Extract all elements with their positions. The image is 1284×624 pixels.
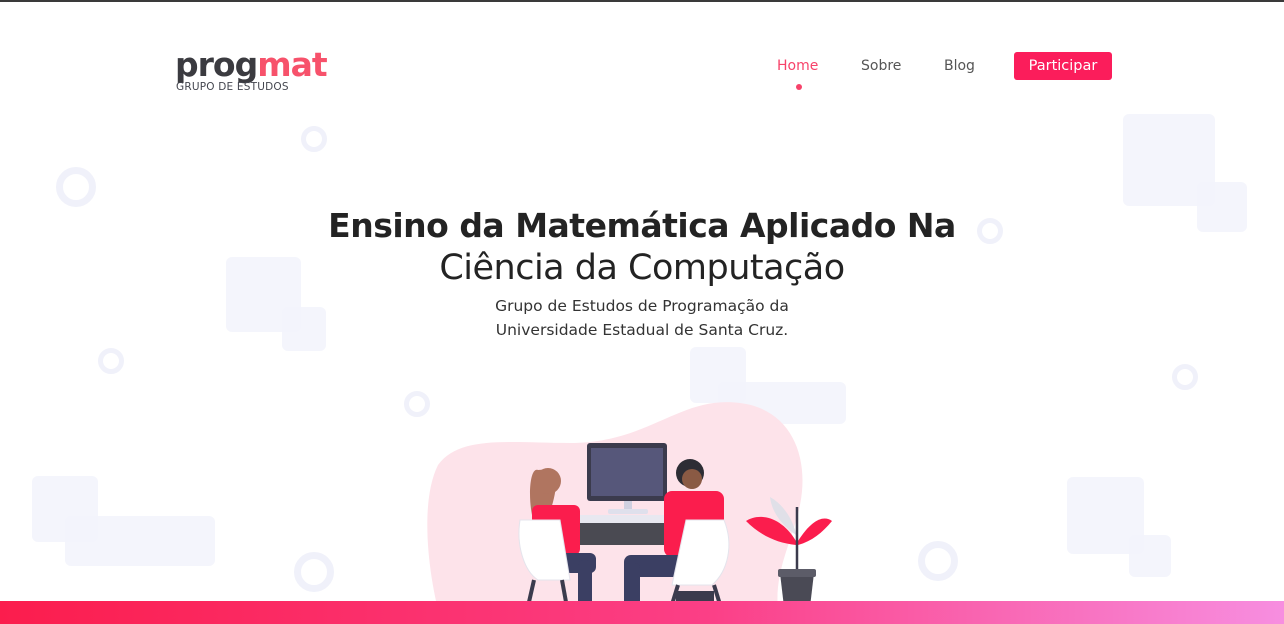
- bg-ring: [1172, 364, 1198, 390]
- footer-gradient-bar: [0, 601, 1284, 624]
- nav-sobre-link[interactable]: Sobre: [861, 58, 901, 78]
- logo[interactable]: progmat GRUPO DE ESTUDOS: [175, 45, 328, 93]
- bg-ring: [56, 167, 96, 207]
- bg-ring: [98, 348, 124, 374]
- bg-ring: [294, 552, 334, 592]
- hero-title-line2: Ciência da Computação: [439, 248, 845, 288]
- logo-text-prog: prog: [175, 45, 258, 84]
- nav-blog-link[interactable]: Blog: [944, 58, 975, 78]
- top-border: [0, 0, 1284, 2]
- logo-text-mat: mat: [257, 45, 327, 84]
- bg-ring: [301, 126, 327, 152]
- hero-subtitle-line2: Universidade Estadual de Santa Cruz.: [495, 321, 789, 339]
- two-people-at-computer-illustration: [427, 402, 832, 624]
- hero-title-line1: Ensino da Matemática Aplicado Na: [328, 206, 956, 245]
- bg-ring: [918, 541, 958, 581]
- active-indicator-dot: [796, 84, 802, 90]
- participar-button[interactable]: Participar: [1014, 52, 1112, 80]
- bg-square: [1129, 535, 1171, 577]
- nav-home-link[interactable]: Home: [777, 58, 818, 78]
- hero-subtitle-line1: Grupo de Estudos de Programação da: [495, 297, 789, 315]
- bg-square: [65, 516, 215, 566]
